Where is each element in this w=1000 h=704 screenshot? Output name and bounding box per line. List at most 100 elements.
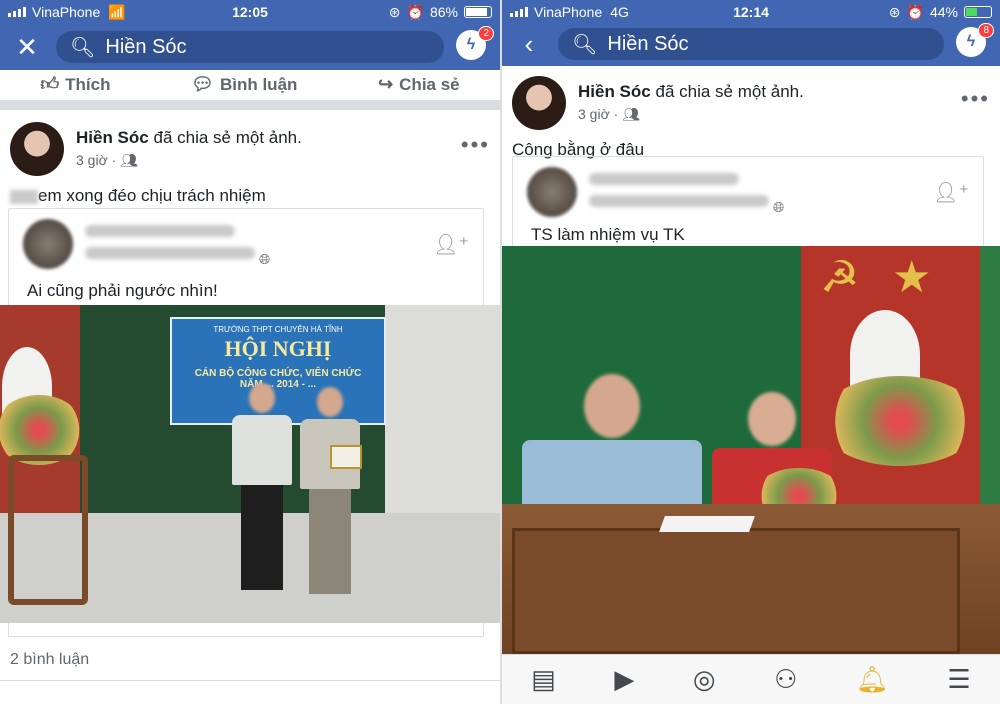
share-label: Chia sẻ — [399, 74, 460, 94]
post-photo[interactable]: ☭ ★ — [502, 246, 1000, 654]
menu-icon[interactable]: ☰ — [947, 664, 970, 695]
post-meta: 3 giờ · 👥︎ — [76, 152, 138, 168]
search-icon: 🔍︎ — [70, 36, 96, 59]
search-bar[interactable]: 🔍︎ Hiền Sóc — [56, 31, 444, 63]
blurred-name: 🌐︎ — [589, 168, 784, 217]
post: Hiền Sóc đã chia sẻ một ảnh. 3 giờ · 👥︎ … — [0, 122, 500, 206]
post-header: Hiền Sóc đã chia sẻ một ảnh. 3 giờ · 👥︎ … — [0, 122, 500, 176]
search-query: Hiền Sóc — [607, 32, 689, 55]
orientation-lock-icon: ⊛ — [388, 3, 401, 20]
post-title: Hiền Sóc đã chia sẻ một ảnh. 3 giờ · 👥︎ — [578, 82, 804, 123]
like-button[interactable]: 👍︎ Thích — [40, 73, 110, 95]
notifications-icon[interactable]: 🔔︎ — [856, 664, 889, 695]
top-nav: ‹ 🔍︎ Hiền Sóc ϟ 8 — [502, 22, 1000, 66]
comment-label: Bình luận — [219, 74, 298, 94]
post: Hiền Sóc đã chia sẻ một ảnh. 3 giờ · 👥︎ … — [502, 76, 1000, 160]
battery-percent: 44% — [929, 4, 958, 20]
globe-icon: 🌐︎ — [773, 198, 785, 215]
post-title: Hiền Sóc đã chia sẻ một ảnh. 3 giờ · 👥︎ — [76, 128, 302, 169]
post-action: đã chia sẻ một ảnh. — [655, 82, 804, 101]
orientation-lock-icon: ⊛ — [888, 3, 901, 20]
desk-front — [512, 528, 960, 654]
person-left — [232, 383, 292, 590]
post-time[interactable]: 3 giờ — [76, 152, 108, 168]
post-time[interactable]: 3 giờ — [578, 106, 610, 122]
comment-button[interactable]: 💬︎ Bình luận — [191, 74, 297, 95]
search-query: Hiền Sóc — [105, 35, 187, 58]
search-bar[interactable]: 🔍︎ Hiền Sóc — [558, 28, 944, 60]
shared-post-header: 🌐︎ 👤︎⁺ — [513, 157, 983, 223]
signal-icon — [8, 7, 26, 17]
share-button[interactable]: ↪ Chia sẻ — [378, 74, 460, 95]
shared-post-card[interactable]: 🌐︎ 👤︎⁺ TS làm nhiệm vụ TK — [512, 156, 984, 248]
battery-percent: 86% — [429, 4, 458, 20]
author-name[interactable]: Hiền Sóc — [76, 128, 149, 147]
action-bar: 👍︎ Thích 💬︎ Bình luận ↪ Chia sẻ — [0, 70, 500, 98]
right-screenshot: VinaPhone 4G 12:14 ⊛ ⏰ 44% ‹ 🔍︎ Hiền Sóc… — [502, 0, 1000, 704]
avatar[interactable] — [10, 122, 64, 176]
avatar[interactable] — [512, 76, 566, 130]
flower-garland — [820, 376, 980, 466]
share-icon: ↪ — [378, 73, 394, 94]
comment-count[interactable]: 2 bình luận — [10, 651, 89, 669]
blurred-name: 🌐︎ — [85, 220, 270, 269]
search-icon: 🔍︎ — [572, 33, 598, 56]
messenger-badge: 8 — [978, 23, 994, 38]
emblem-star: ★ — [892, 253, 932, 302]
post-photo[interactable]: TRƯỜNG THPT CHUYÊN HÀ TĨNH HỘI NGHỊ CÁN … — [0, 305, 500, 623]
blurred-avatar — [527, 167, 577, 217]
people-icon: 👥︎ — [622, 106, 640, 122]
certificate — [330, 445, 362, 469]
banner-title: HỘI NGHỊ — [224, 336, 332, 361]
emblem-hammer-sickle: ☭ — [820, 253, 860, 302]
bottom-tab-bar: ▤ ▶ ◎ ⚇ 🔔︎ ☰ — [502, 654, 1000, 704]
left-screenshot: VinaPhone 📶 12:05 ⊛ ⏰ 86% ✕ 🔍︎ Hiền Sóc … — [0, 0, 500, 704]
messenger-badge: 2 — [478, 26, 494, 41]
watch-icon[interactable]: ▶ — [614, 664, 634, 695]
blurred-avatar — [23, 219, 73, 269]
add-friend-icon[interactable]: 👤︎⁺ — [933, 180, 969, 205]
battery-icon — [964, 6, 992, 18]
people-icon: 👥︎ — [120, 152, 138, 168]
top-nav: ✕ 🔍︎ Hiền Sóc ϟ 2 — [0, 24, 500, 70]
alarm-icon: ⏰ — [906, 3, 924, 20]
post-text-content: em xong đéo chịu trách nhiệm — [38, 186, 266, 205]
chair — [8, 455, 88, 605]
post-meta: 3 giờ · 👥︎ — [578, 106, 640, 122]
close-icon[interactable]: ✕ — [10, 32, 44, 63]
like-icon: 👍︎ — [40, 74, 60, 94]
clock: 12:05 — [232, 4, 268, 20]
more-icon[interactable]: ••• — [961, 86, 990, 112]
messenger-button[interactable]: ϟ 8 — [956, 23, 994, 61]
profile-icon[interactable]: ◎ — [693, 664, 716, 695]
person-right — [300, 387, 360, 594]
groups-icon[interactable]: ⚇ — [774, 664, 797, 695]
footer-divider — [0, 680, 500, 681]
feed-separator — [0, 100, 500, 110]
shared-post-card[interactable]: 🌐︎ 👤︎⁺ Ai cũng phải ngước nhìn! — [8, 208, 484, 306]
back-icon[interactable]: ‹ — [512, 29, 546, 60]
status-bar: VinaPhone 4G 12:14 ⊛ ⏰ 44% — [502, 0, 1000, 24]
globe-icon: 🌐︎ — [259, 250, 271, 267]
post-header: Hiền Sóc đã chia sẻ một ảnh. 3 giờ · 👥︎ … — [502, 76, 1000, 130]
post-action: đã chia sẻ một ảnh. — [153, 128, 302, 147]
messenger-button[interactable]: ϟ 2 — [456, 26, 494, 64]
network-type: 4G — [610, 4, 629, 20]
news-feed-icon[interactable]: ▤ — [531, 664, 556, 695]
shared-post-header: 🌐︎ 👤︎⁺ — [9, 209, 483, 279]
shared-card-bottom — [8, 623, 484, 637]
status-bar: VinaPhone 📶 12:05 ⊛ ⏰ 86% — [0, 0, 500, 24]
carrier-name: VinaPhone — [32, 4, 101, 20]
carrier-name: VinaPhone — [534, 4, 603, 20]
banner-line1: CÁN BỘ CÔNG CHỨC, VIÊN CHỨC — [194, 368, 362, 379]
alarm-icon: ⏰ — [406, 3, 424, 20]
banner-school: TRƯỜNG THPT CHUYÊN HÀ TĨNH — [213, 325, 343, 334]
papers — [659, 516, 755, 532]
battery-icon — [464, 6, 492, 18]
clock: 12:14 — [733, 4, 769, 20]
author-name[interactable]: Hiền Sóc — [578, 82, 651, 101]
comment-icon: 💬︎ — [191, 73, 214, 94]
more-icon[interactable]: ••• — [461, 132, 490, 158]
post-text: em xong đéo chịu trách nhiệm — [0, 186, 500, 206]
add-friend-icon[interactable]: 👤︎⁺ — [433, 232, 469, 257]
